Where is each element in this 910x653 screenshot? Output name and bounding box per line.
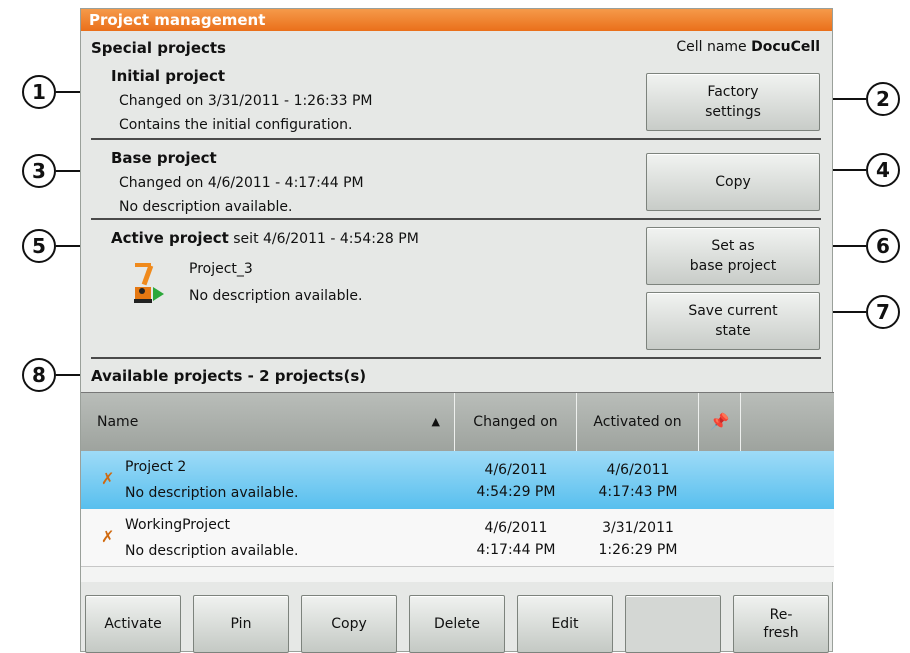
initial-project-title: Initial project xyxy=(111,67,226,85)
row-changed-date: 4/6/2011 xyxy=(484,462,548,478)
sort-ascending-icon: ▲ xyxy=(431,415,440,428)
edit-button[interactable]: Edit xyxy=(517,595,613,653)
save-current-state-button[interactable]: Save current state xyxy=(646,292,820,350)
row-changed-date: 4/6/2011 xyxy=(484,520,548,536)
projects-table: Name ▲ Changed on Activated on 📌 ✗ Proje… xyxy=(81,392,834,582)
empty-softkey xyxy=(625,595,721,653)
initial-project-desc: Contains the initial configuration. xyxy=(119,117,353,133)
active-project-desc: No description available. xyxy=(189,288,363,304)
initial-project-changed: Changed on 3/31/2011 - 1:26:33 PM xyxy=(119,93,373,109)
project-icon: ✗ xyxy=(101,469,115,488)
base-project-changed: Changed on 4/6/2011 - 4:17:44 PM xyxy=(119,175,364,191)
set-as-base-button[interactable]: Set as base project xyxy=(646,227,820,285)
pin-icon: 📌 xyxy=(709,412,730,431)
cell-name-value: DocuCell xyxy=(751,39,820,55)
copy-button[interactable]: Copy xyxy=(301,595,397,653)
table-row[interactable]: ✗ Project 2 No description available. 4/… xyxy=(81,451,834,509)
row-activated-time: 1:26:29 PM xyxy=(598,542,678,558)
factory-settings-button[interactable]: Factory settings xyxy=(646,73,820,131)
separator xyxy=(91,138,821,140)
column-empty-header xyxy=(741,393,834,451)
column-name-header[interactable]: Name ▲ xyxy=(81,393,455,451)
row-desc: No description available. xyxy=(125,485,299,501)
callout-5: 5 xyxy=(22,229,56,263)
active-project-title: Active project xyxy=(111,229,229,247)
copy-base-button[interactable]: Copy xyxy=(646,153,820,211)
activate-button[interactable]: Activate xyxy=(85,595,181,653)
robot-project-icon xyxy=(131,259,165,305)
column-label: Name xyxy=(97,414,139,430)
row-activated-time: 4:17:43 PM xyxy=(598,484,678,500)
callout-4: 4 xyxy=(866,153,900,187)
project-icon: ✗ xyxy=(101,527,115,546)
pin-button[interactable]: Pin xyxy=(193,595,289,653)
row-changed-time: 4:17:44 PM xyxy=(476,542,556,558)
separator xyxy=(91,218,821,220)
table-row[interactable]: ✗ WorkingProject No description availabl… xyxy=(81,509,834,567)
separator xyxy=(91,357,821,359)
base-project-title: Base project xyxy=(111,149,217,167)
callout-8: 8 xyxy=(22,358,56,392)
row-activated-date: 4/6/2011 xyxy=(606,462,670,478)
callout-3: 3 xyxy=(22,154,56,188)
row-desc: No description available. xyxy=(125,543,299,559)
special-projects-heading: Special projects xyxy=(91,39,226,57)
row-name: WorkingProject xyxy=(125,517,230,533)
base-project-desc: No description available. xyxy=(119,199,293,215)
table-header: Name ▲ Changed on Activated on 📌 xyxy=(81,393,834,451)
refresh-button[interactable]: Re- fresh xyxy=(733,595,829,653)
available-projects-heading: Available projects - 2 projects(s) xyxy=(91,367,367,385)
callout-2: 2 xyxy=(866,82,900,116)
row-activated-date: 3/31/2011 xyxy=(602,520,674,536)
column-pin-header[interactable]: 📌 xyxy=(699,393,741,451)
callout-7: 7 xyxy=(866,295,900,329)
window-title: Project management xyxy=(81,9,832,31)
callout-6: 6 xyxy=(866,229,900,263)
active-project-since: seit 4/6/2011 - 4:54:28 PM xyxy=(233,231,419,247)
column-activated-header[interactable]: Activated on xyxy=(577,393,699,451)
delete-button[interactable]: Delete xyxy=(409,595,505,653)
cell-name: Cell name DocuCell xyxy=(676,39,820,55)
row-changed-time: 4:54:29 PM xyxy=(476,484,556,500)
project-management-window: Project management Special projects Cell… xyxy=(80,8,834,653)
column-changed-header[interactable]: Changed on xyxy=(455,393,577,451)
cell-name-label: Cell name xyxy=(676,39,747,55)
row-name: Project 2 xyxy=(125,459,187,475)
active-project-name: Project_3 xyxy=(189,261,253,277)
callout-1: 1 xyxy=(22,75,56,109)
active-project-header: Active project seit 4/6/2011 - 4:54:28 P… xyxy=(111,229,419,247)
